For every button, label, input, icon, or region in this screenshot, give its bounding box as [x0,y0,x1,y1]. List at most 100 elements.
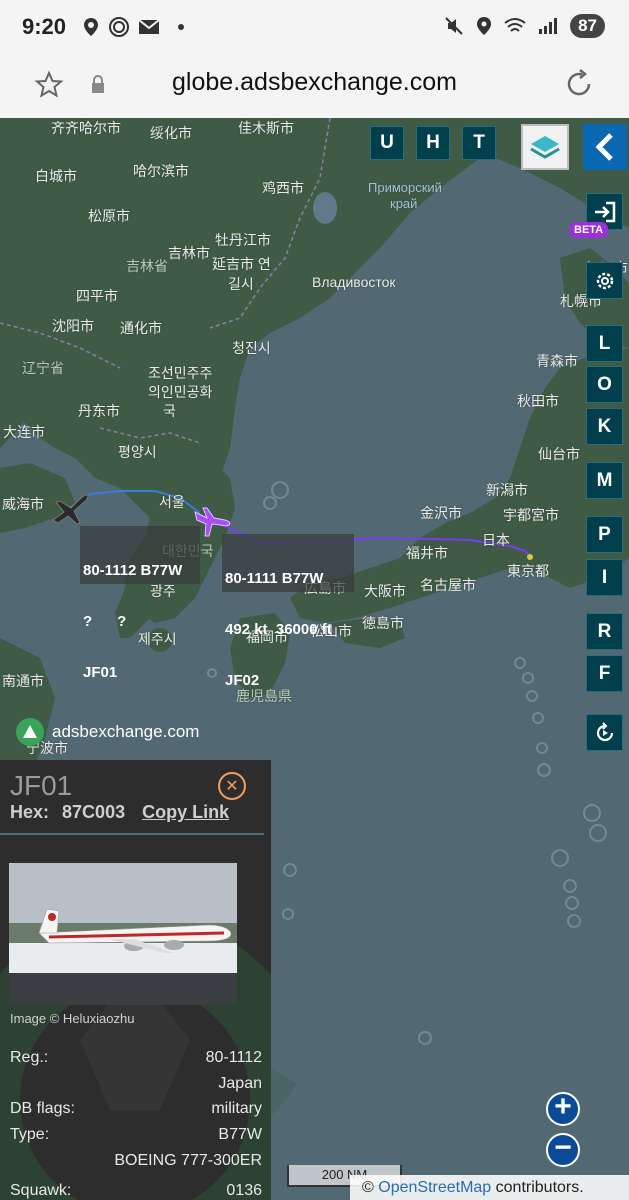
map-label: 威海市 [2,496,44,512]
settings-button[interactable] [586,262,623,299]
dbflags-value: military [211,1100,262,1117]
replay-button[interactable] [586,714,623,751]
collapse-sidebar-button[interactable] [583,124,627,170]
map-label: 조선민주주 [148,365,213,381]
status-time: 9:20 [22,14,67,39]
map-label: Приморский [368,180,442,195]
aircraft-label-jf01[interactable]: 80-1112 B77W ? ? JF01 [80,526,200,681]
image-credit: Image © Heluxiaozhu [10,1011,135,1026]
map-label: 청진시 [232,340,271,356]
map-label: 延吉市 연 [212,256,271,272]
map-label: 大阪市 [364,583,406,599]
battery-indicator: 87 [570,14,605,38]
plus-icon: + [554,1090,572,1123]
close-panel-button[interactable]: ✕ [218,772,246,800]
copy-link-button[interactable]: Copy Link [142,802,229,822]
chevron-left-icon [595,133,613,161]
wifi-icon [504,18,526,32]
map-label: 宇都宮市 [503,507,559,523]
adsbexchange-watermark: adsbexchange.com [14,716,199,748]
h-button[interactable]: H [416,126,450,160]
reg-label: Reg.: [10,1049,49,1066]
url-text[interactable]: globe.adsbexchange.com [0,68,629,97]
map-label: 四平市 [76,288,118,304]
r-button[interactable]: R [586,613,623,650]
map-label: 沈阳市 [52,318,94,334]
map-label: 白城市 [35,168,77,184]
map-label: 丹东市 [78,403,120,419]
aircraft-info-panel: JF01 ✕ Hex: 87C003 Copy Link Image © Hel… [0,760,271,1200]
location-icon [477,17,492,35]
map-label: 吉林市 [168,245,210,261]
type-full-value: BOEING 777-300ER [114,1152,262,1169]
browser-address-bar: globe.adsbexchange.com [0,56,629,119]
map-label: 仙台市 [538,446,580,462]
map-label: 吉林省 [126,258,168,274]
location-pin-notification-icon [84,18,98,36]
map-label: 青森市 [536,353,578,369]
map-label: 大连市 [3,424,45,440]
openstreetmap-link[interactable]: OpenStreetMap [378,1179,491,1196]
aircraft-label-line: 492 kt 36000 ft [225,621,332,638]
map-label: 齐齐哈尔市 [51,120,121,136]
u-button[interactable]: U [370,126,404,160]
reg-value: 80-1112 [205,1049,262,1066]
map-label: 徳島市 [362,615,404,631]
adsbexchange-logo-icon [16,718,44,746]
hex-value: 87C003 [62,802,126,822]
close-icon: ✕ [225,778,239,795]
more-notifications-dot-icon [178,24,184,30]
login-icon [594,201,615,222]
map-label: 牡丹江市 [215,232,271,248]
zoom-in-button[interactable]: + [546,1090,580,1126]
type-value: B77W [218,1126,262,1143]
map-label: 辽宁省 [22,360,64,376]
map-label: 福井市 [406,545,448,561]
replay-icon [596,721,613,741]
aircraft-jf01-icon[interactable] [50,490,90,526]
aircraft-label-line: 80-1112 B77W [83,562,183,579]
mail-icon [138,19,160,34]
reload-icon[interactable] [563,68,595,100]
map-label: 東京都 [507,563,549,579]
hex-label: Hex: [10,802,50,822]
aircraft-label-line: ? ? [83,613,127,630]
map-label: 의인민공화 [148,384,213,400]
lake [313,192,337,224]
squawk-value: 0136 [226,1182,262,1199]
map-layers-button[interactable] [521,124,569,170]
panel-divider [0,833,264,835]
map-attribution: © OpenStreetMap contributors. [350,1175,629,1200]
map-label: 哈尔滨市 [133,163,189,179]
map-label: 평양시 [118,444,157,460]
map-label: 佳木斯市 [238,120,294,136]
m-button[interactable]: M [586,462,623,499]
map-label: 通化市 [120,320,162,336]
mute-icon [445,17,463,35]
t-button[interactable]: T [462,126,496,160]
status-bar: 9:20 87 [0,0,629,56]
i-button[interactable]: I [586,559,623,596]
hex-line: Hex: 87C003 Copy Link [10,802,229,823]
l-button[interactable]: L [586,325,623,362]
aircraft-label-line: 80-1111 B77W [225,570,324,587]
aircraft-photo-image [9,863,237,1005]
k-button[interactable]: K [586,408,623,445]
zoom-out-button[interactable]: − [546,1131,580,1167]
map-label: 金沢市 [420,505,462,521]
cell-signal-icon [539,18,558,34]
beta-badge: BETA [569,222,609,238]
f-button[interactable]: F [586,655,623,692]
map-label: 鸡西市 [262,180,304,196]
map-label: Владивосток [312,274,396,290]
squawk-label: Squawk: [10,1182,72,1199]
map-label: край [390,196,418,211]
p-button[interactable]: P [586,516,623,553]
o-button[interactable]: O [586,366,623,403]
map-label: 국 [163,403,176,419]
type-label: Type: [10,1126,50,1143]
aircraft-label-jf02[interactable]: 80-1111 B77W 492 kt 36000 ft JF02 [222,534,354,689]
aircraft-label-line: JF01 [83,664,118,681]
aircraft-photo[interactable] [9,863,237,1005]
map-label: 绥化市 [150,125,192,141]
